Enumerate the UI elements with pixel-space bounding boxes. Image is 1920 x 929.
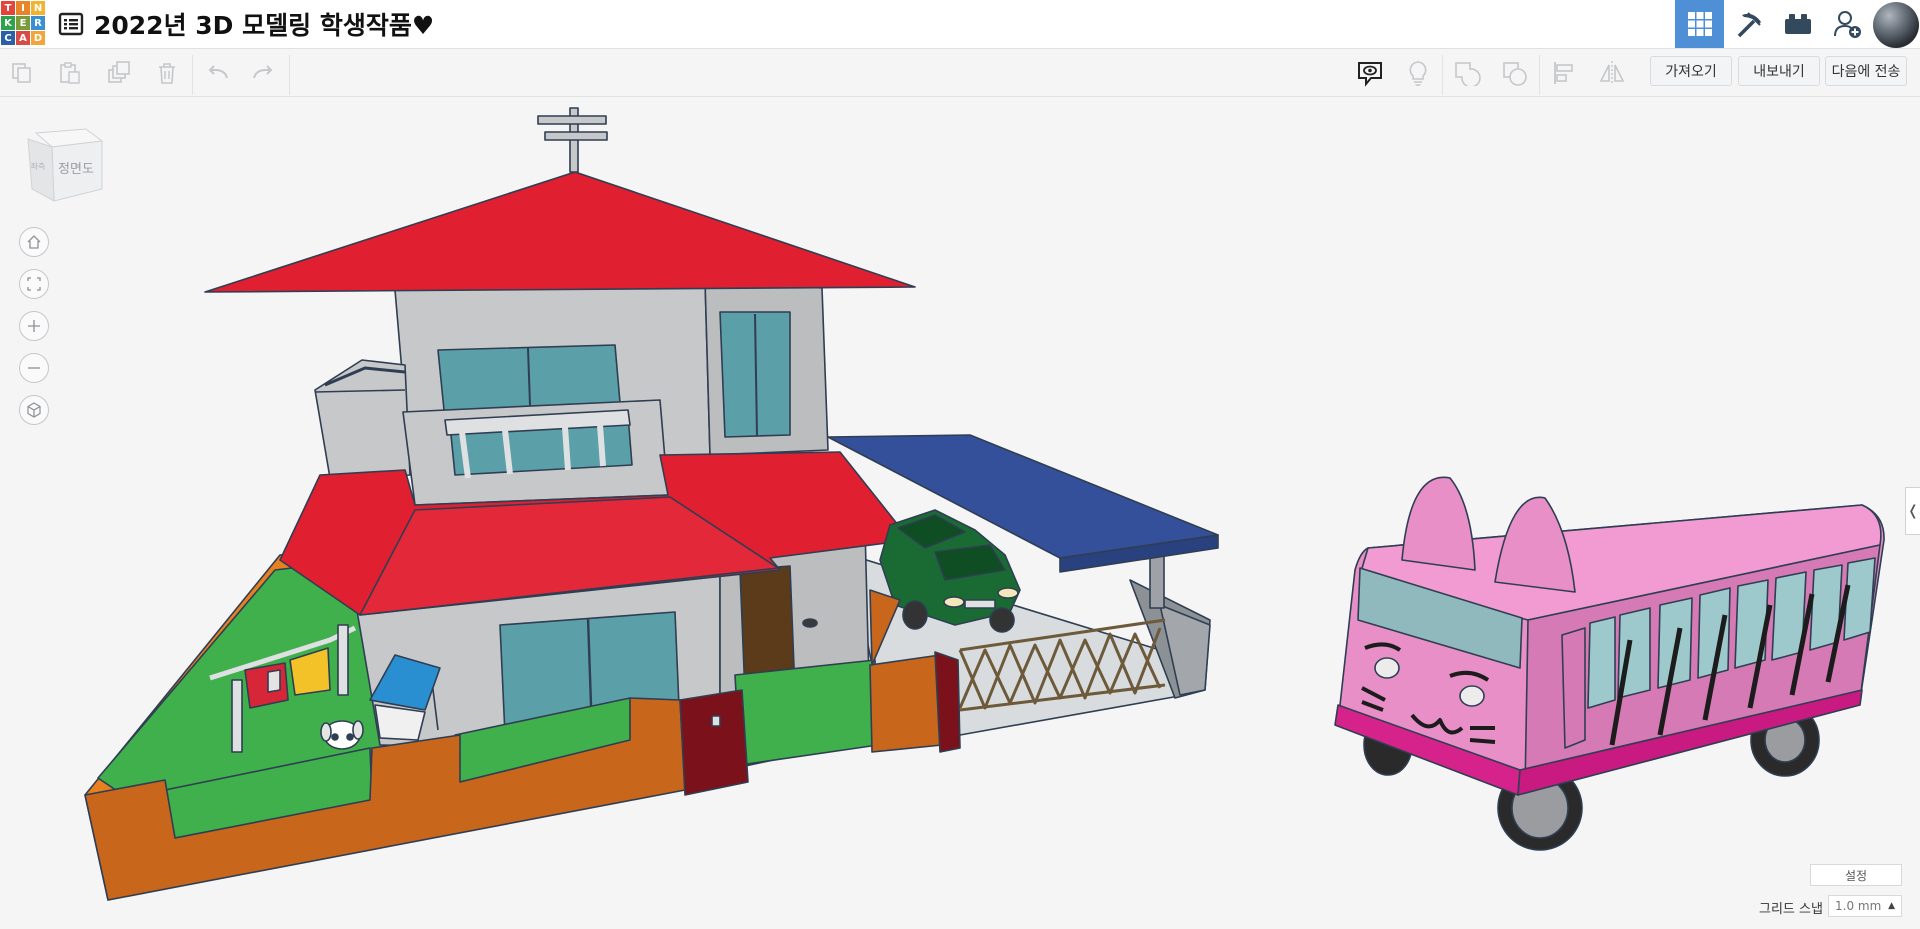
fit-icon <box>27 277 41 291</box>
ungroup-button[interactable] <box>1497 55 1533 91</box>
zoom-in-button[interactable] <box>19 311 49 341</box>
toolbar-divider <box>1539 55 1540 95</box>
nav-blocks[interactable] <box>1724 0 1773 48</box>
mirror-icon <box>1599 61 1625 85</box>
avatar <box>1872 1 1919 48</box>
perspective-button[interactable] <box>19 395 49 425</box>
cat-bus-model[interactable] <box>1334 476 1885 851</box>
logo-letter: D <box>31 31 45 45</box>
paste-icon <box>60 62 80 84</box>
nav-bricks[interactable] <box>1773 0 1822 48</box>
speech-eye-icon <box>1358 62 1382 87</box>
paste-button[interactable] <box>52 55 88 91</box>
top-nav <box>1675 0 1920 48</box>
logo-letter: R <box>31 16 45 30</box>
user-menu[interactable] <box>1871 0 1920 48</box>
house-model[interactable] <box>84 107 1219 901</box>
send-to-button[interactable]: 다음에 전송 <box>1825 56 1907 86</box>
duplicate-button[interactable] <box>101 55 137 91</box>
view-cube-side-label: 좌측 <box>31 162 46 171</box>
pickaxe-icon <box>1737 12 1761 38</box>
trash-icon <box>159 63 175 84</box>
import-button[interactable]: 가져오기 <box>1650 56 1732 86</box>
logo-letter: N <box>31 1 45 15</box>
ungroup-icon <box>1503 62 1527 86</box>
view-cube-face-label: 정면도 <box>58 162 94 177</box>
caret-up-icon: ▲ <box>1888 901 1895 911</box>
toolbar-divider <box>289 55 290 95</box>
align-button[interactable] <box>1546 55 1582 91</box>
grid-snap-value: 1.0 mm <box>1835 899 1882 913</box>
notes-button[interactable] <box>1352 55 1388 91</box>
grid-view-icon <box>1687 12 1712 36</box>
group-button[interactable] <box>1449 55 1485 91</box>
logo-letter: I <box>16 1 30 15</box>
design-title-area: 2022년 3D 모델링 학생작품♥ <box>58 8 434 40</box>
toolbar-divider <box>192 55 193 95</box>
panel-toggle-button[interactable]: ❬ <box>1905 487 1920 535</box>
logo-letter: C <box>1 31 15 45</box>
lightbulb-icon <box>1409 61 1427 86</box>
redo-button[interactable] <box>245 55 281 91</box>
logo-letter: E <box>16 16 30 30</box>
logo-letter: K <box>1 16 15 30</box>
workplane-canvas[interactable] <box>0 0 1920 929</box>
hint-button[interactable] <box>1400 55 1436 91</box>
chevron-left-icon: ❬ <box>1907 503 1919 519</box>
edit-toolbar <box>0 49 1920 97</box>
export-button[interactable]: 내보내기 <box>1738 56 1820 86</box>
view-cube[interactable]: 정면도 좌측 <box>24 125 106 211</box>
home-view-button[interactable] <box>19 227 49 257</box>
toolbar-divider <box>1442 55 1443 95</box>
design-title[interactable]: 2022년 3D 모델링 학생작품♥ <box>94 6 434 42</box>
plus-icon <box>28 320 40 332</box>
zoom-out-button[interactable] <box>19 353 49 383</box>
cube-icon <box>27 402 41 418</box>
nav-3d-design[interactable] <box>1675 0 1724 48</box>
grid-snap-select[interactable]: 1.0 mm ▲ <box>1828 895 1902 917</box>
align-icon <box>1554 62 1573 84</box>
copy-icon <box>12 63 31 83</box>
redo-icon <box>253 65 273 79</box>
mirror-button[interactable] <box>1594 55 1630 91</box>
undo-icon <box>208 65 228 79</box>
tinkercad-logo[interactable]: T I N K E R C A D <box>1 1 45 45</box>
fit-view-button[interactable] <box>19 269 49 299</box>
settings-button[interactable]: 설정 <box>1810 864 1902 886</box>
logo-letter: A <box>16 31 30 45</box>
minus-icon <box>28 367 40 369</box>
copy-button[interactable] <box>4 55 40 91</box>
design-list-icon[interactable] <box>58 11 84 37</box>
add-user-icon <box>1833 11 1861 38</box>
duplicate-icon <box>108 61 130 83</box>
home-icon <box>27 235 41 249</box>
top-header: T I N K E R C A D 2022년 3D 모델링 학생작품♥ <box>0 0 1920 49</box>
grid-snap-label: 그리드 스냅 <box>1759 902 1823 917</box>
logo-letter: T <box>1 1 15 15</box>
group-icon <box>1455 62 1481 86</box>
nav-invite[interactable] <box>1822 0 1871 48</box>
bricks-icon <box>1784 14 1811 34</box>
undo-button[interactable] <box>200 55 236 91</box>
delete-button[interactable] <box>149 55 185 91</box>
